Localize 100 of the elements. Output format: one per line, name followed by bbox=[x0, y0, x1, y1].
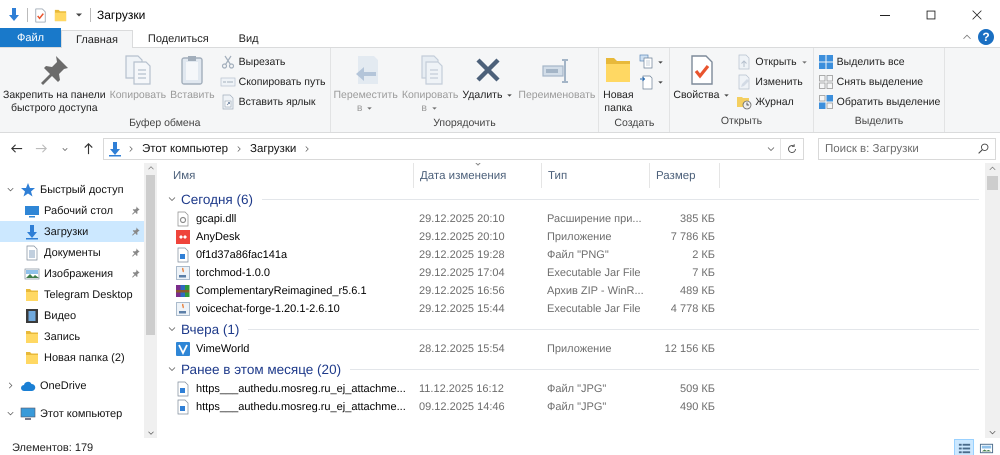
grid-icon bbox=[818, 94, 834, 110]
date-cell: 28.12.2025 15:54 bbox=[419, 343, 505, 355]
file-name[interactable]: https___authedu.mosreg.ru_ej_attachme... bbox=[196, 383, 406, 395]
shortcut-icon bbox=[220, 94, 236, 110]
ribbon-tab[interactable]: Поделиться bbox=[132, 30, 224, 47]
pin-icon bbox=[130, 205, 141, 216]
maximize-icon bbox=[924, 8, 938, 22]
refresh-icon bbox=[785, 142, 799, 156]
group-header[interactable]: Ранее в этом месяце (20) bbox=[163, 358, 985, 380]
column-header[interactable]: Имя bbox=[163, 163, 414, 188]
window-title: Загрузки bbox=[97, 8, 146, 22]
file-name[interactable]: VimeWorld bbox=[196, 343, 250, 355]
image-file-icon bbox=[175, 247, 191, 263]
group-header[interactable]: Вчера (1) bbox=[163, 318, 985, 340]
file-name[interactable]: https___authedu.mosreg.ru_ej_attachme... bbox=[196, 401, 406, 413]
search-icon bbox=[977, 142, 990, 154]
folder-icon bbox=[24, 350, 40, 366]
search-field[interactable]: Поиск в: Загрузки bbox=[818, 138, 996, 160]
folder-icon bbox=[24, 328, 40, 344]
close-icon bbox=[970, 8, 984, 22]
gear-page-icon bbox=[175, 211, 191, 227]
size-cell: 12 156 КБ bbox=[664, 343, 715, 355]
item-count: Элементов: 179 bbox=[12, 442, 94, 454]
ribbon-button[interactable]: Закрепить на панели быстрого доступа bbox=[2, 52, 107, 117]
group-label: Выделить bbox=[854, 115, 904, 129]
nav-item[interactable]: Telegram Desktop bbox=[0, 284, 144, 305]
minimize-icon bbox=[880, 14, 890, 16]
file-name[interactable]: gcapi.dll bbox=[196, 213, 236, 225]
nav-item[interactable]: Изображения bbox=[0, 263, 144, 284]
scissors-icon bbox=[220, 54, 236, 70]
pencil-page-icon bbox=[736, 74, 752, 90]
date-cell: 29.12.2025 16:56 bbox=[419, 285, 505, 297]
size-cell: 2 КБ bbox=[692, 249, 715, 261]
nav-item[interactable]: OneDrive bbox=[0, 375, 144, 396]
group-label: Создать bbox=[613, 117, 656, 131]
type-cell: Расширение при... bbox=[547, 213, 642, 225]
ribbon-tab[interactable]: Главная bbox=[61, 30, 133, 48]
column-header[interactable]: Тип bbox=[542, 163, 650, 188]
ribbon-button[interactable]: Выделить все bbox=[816, 53, 942, 71]
scroll-thumb[interactable] bbox=[987, 176, 998, 190]
scrollbar[interactable] bbox=[144, 163, 157, 438]
group-label: Открыть bbox=[720, 115, 764, 129]
type-cell: Приложение bbox=[547, 343, 612, 355]
ribbon-button[interactable]: Свойства bbox=[672, 52, 732, 115]
size-cell: 385 КБ bbox=[680, 213, 715, 225]
page-arrow-icon bbox=[736, 54, 752, 70]
help-button[interactable]: ? bbox=[978, 29, 994, 45]
column-header[interactable]: Размер bbox=[650, 163, 720, 188]
address-field[interactable]: Этот компьютер Загрузки bbox=[103, 138, 804, 160]
clock-folder-icon bbox=[736, 94, 752, 110]
details-view-button[interactable] bbox=[954, 439, 974, 455]
nav-item[interactable]: Видео bbox=[0, 305, 144, 326]
file-name[interactable]: ComplementaryReimagined_r5.6.1 bbox=[196, 285, 367, 297]
ribbon-button[interactable]: Новая папка bbox=[601, 52, 636, 117]
size-cell: 489 КБ bbox=[680, 285, 715, 297]
nav-item[interactable]: Этот компьютер bbox=[0, 403, 144, 424]
nav-item[interactable]: Загрузки bbox=[0, 221, 144, 242]
pin-icon bbox=[130, 247, 141, 258]
nav-item[interactable]: Документы bbox=[0, 242, 144, 263]
date-cell: 29.12.2025 19:28 bbox=[419, 249, 505, 261]
breadcrumb[interactable]: Этот компьютер bbox=[139, 142, 231, 154]
breadcrumb[interactable]: Загрузки bbox=[247, 142, 300, 154]
date-cell: 29.12.2025 15:44 bbox=[419, 303, 505, 315]
nav-item[interactable]: Новая папка (2) bbox=[0, 347, 144, 368]
grid-outline-icon bbox=[818, 74, 834, 90]
nav-item[interactable]: Быстрый доступ bbox=[0, 179, 144, 200]
download-icon[interactable] bbox=[6, 7, 22, 23]
type-cell: Архив ZIP - WinR... bbox=[547, 285, 644, 297]
group-label: Упорядочить bbox=[432, 117, 497, 131]
column-header[interactable]: Дата изменения bbox=[414, 163, 542, 188]
folder-icon bbox=[24, 286, 40, 302]
file-name[interactable]: torchmod-1.0.0 bbox=[196, 267, 270, 279]
size-cell: 7 786 КБ bbox=[670, 231, 715, 243]
nav-item[interactable]: Запись bbox=[0, 326, 144, 347]
type-cell: Файл "JPG" bbox=[547, 383, 606, 395]
type-cell: Executable Jar File bbox=[547, 303, 641, 315]
group-header[interactable]: Сегодня (6) bbox=[163, 188, 985, 210]
ribbon-tab[interactable]: Файл bbox=[0, 28, 62, 47]
ribbon-button[interactable]: Обратить выделение bbox=[816, 93, 942, 111]
star-icon bbox=[20, 182, 36, 198]
image-file-icon bbox=[175, 399, 191, 415]
file-name[interactable]: 0f1d37a86fac141a bbox=[196, 249, 288, 261]
file-name[interactable]: AnyDesk bbox=[196, 231, 240, 243]
checkmark-page-icon[interactable] bbox=[33, 8, 48, 22]
group-label: Буфер обмена bbox=[128, 117, 202, 131]
file-name[interactable]: voicechat-forge-1.20.1-2.6.10 bbox=[196, 303, 340, 315]
nav-item[interactable]: Рабочий стол bbox=[0, 200, 144, 221]
ribbon-button[interactable]: Журнал bbox=[734, 93, 811, 111]
date-cell: 11.12.2025 16:12 bbox=[419, 383, 504, 395]
scrollbar[interactable] bbox=[985, 163, 1000, 438]
ribbon-tab[interactable]: Вид bbox=[224, 30, 274, 47]
jar-file-icon bbox=[175, 265, 191, 281]
pictures-icon bbox=[24, 266, 40, 282]
type-cell: Файл "PNG" bbox=[547, 249, 609, 261]
scroll-thumb[interactable] bbox=[146, 175, 155, 335]
pin-icon bbox=[130, 226, 141, 237]
ribbon-button[interactable]: Удалить bbox=[461, 52, 516, 117]
ribbon-button[interactable]: Снять выделение bbox=[816, 73, 942, 91]
image-file-icon bbox=[175, 381, 191, 397]
download-icon bbox=[107, 140, 123, 156]
